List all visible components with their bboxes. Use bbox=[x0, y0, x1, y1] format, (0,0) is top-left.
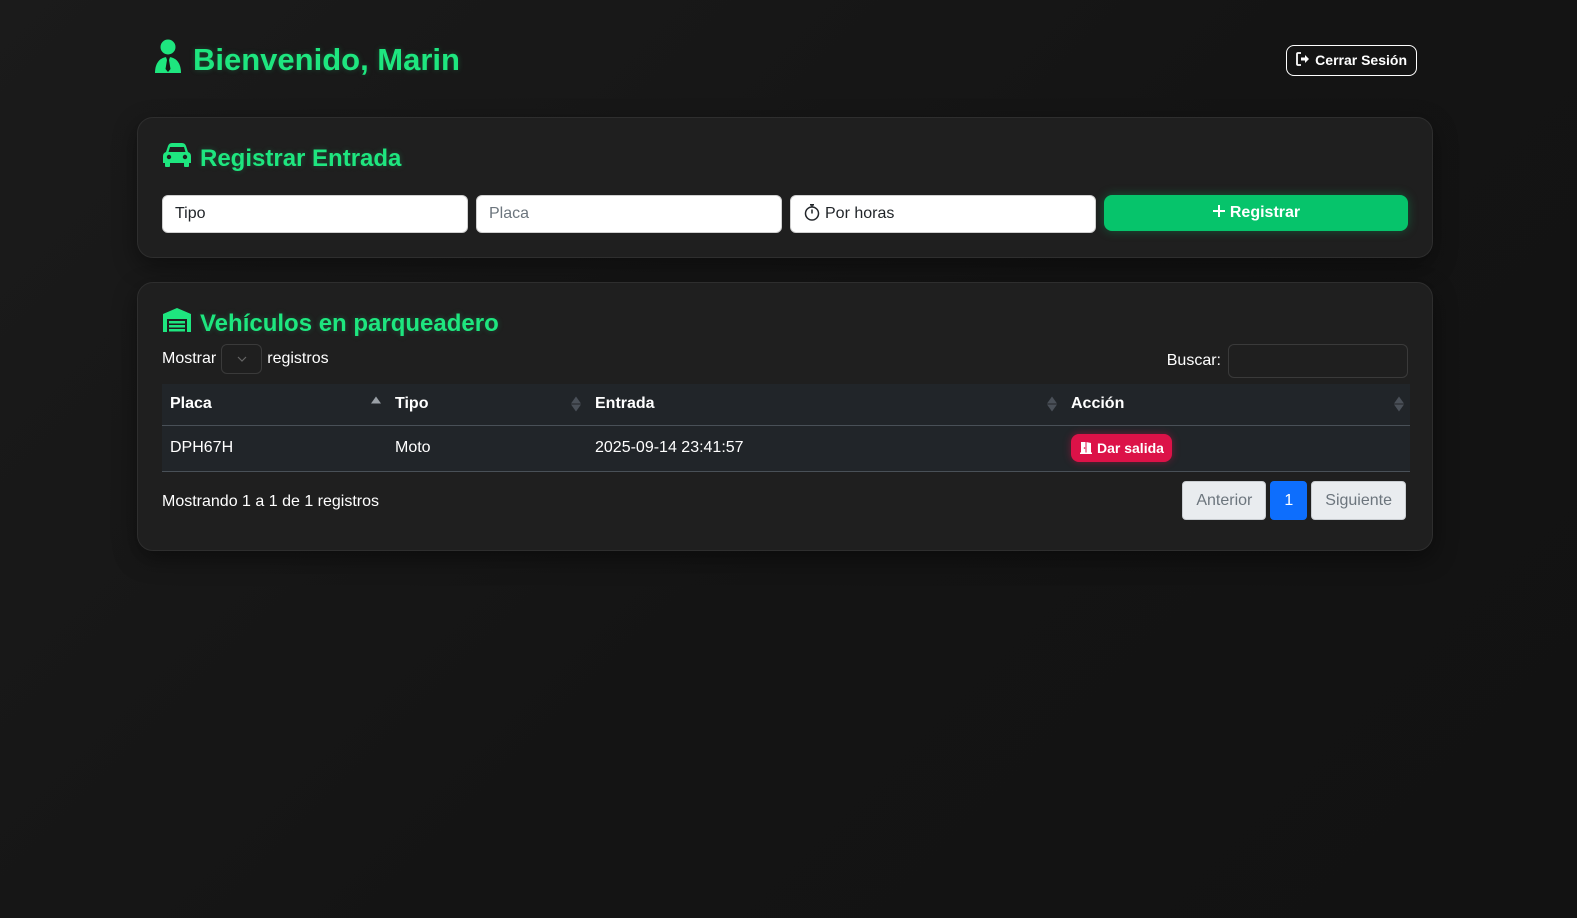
chevron-down-icon bbox=[237, 354, 247, 365]
column-header-placa[interactable]: Placa bbox=[162, 384, 387, 426]
dar-salida-label: Dar salida bbox=[1097, 440, 1164, 456]
garage-icon bbox=[162, 307, 192, 340]
vehicles-table: Placa Tipo Entrada Acción DPH67H Moto 20… bbox=[162, 384, 1410, 472]
entry-card: Registrar Entrada Tipo Por horas bbox=[137, 117, 1433, 258]
sign-out-icon bbox=[1296, 51, 1310, 69]
stopwatch-icon bbox=[803, 203, 825, 226]
vehicles-title: Vehículos en parqueadero bbox=[162, 307, 499, 340]
modalidad-value: Por horas bbox=[825, 205, 895, 222]
cell-entrada: 2025-09-14 23:41:57 bbox=[587, 425, 1063, 472]
search-input[interactable] bbox=[1228, 344, 1408, 378]
search-label: Buscar: bbox=[1166, 352, 1221, 369]
register-button[interactable]: Registrar bbox=[1104, 195, 1408, 231]
column-header-tipo[interactable]: Tipo bbox=[387, 384, 587, 426]
cell-accion: Dar salida bbox=[1063, 425, 1410, 472]
door-open-icon bbox=[1079, 440, 1093, 457]
logout-button[interactable]: Cerrar Sesión bbox=[1286, 44, 1417, 76]
page: Bienvenido, Marin Cerrar Sesión Registra… bbox=[0, 0, 1577, 918]
header: Bienvenido, Marin Cerrar Sesión bbox=[137, 28, 1433, 92]
column-header-accion[interactable]: Acción bbox=[1063, 384, 1410, 426]
entry-title: Registrar Entrada bbox=[162, 142, 401, 175]
search-control: Buscar: bbox=[1167, 344, 1408, 378]
placa-input[interactable] bbox=[489, 205, 769, 223]
table-info: Mostrando 1 a 1 de 1 registros bbox=[162, 493, 380, 510]
welcome-title: Bienvenido, Marin bbox=[153, 39, 460, 81]
column-header-entrada[interactable]: Entrada bbox=[587, 384, 1063, 426]
next-page-button[interactable]: Siguiente bbox=[1311, 481, 1406, 520]
user-tie-icon bbox=[153, 39, 183, 81]
vehicles-card: Vehículos en parqueadero Mostrar registr… bbox=[137, 282, 1433, 551]
page-length-control: Mostrar registros bbox=[162, 344, 329, 374]
records-label: registros bbox=[267, 350, 329, 367]
show-label: Mostrar bbox=[162, 350, 217, 367]
tipo-value: Tipo bbox=[175, 205, 206, 222]
plus-icon bbox=[1212, 204, 1226, 223]
register-label: Registrar bbox=[1229, 204, 1301, 221]
cell-placa: DPH67H bbox=[162, 425, 387, 472]
car-icon bbox=[162, 142, 192, 175]
previous-page-button[interactable]: Anterior bbox=[1182, 481, 1267, 520]
page-1-button[interactable]: 1 bbox=[1270, 481, 1308, 520]
pagination: Anterior 1 Siguiente bbox=[1182, 481, 1406, 520]
table-header-row: Placa Tipo Entrada Acción bbox=[162, 384, 1410, 426]
table-row: DPH67H Moto 2025-09-14 23:41:57 Dar sali… bbox=[162, 425, 1410, 472]
entry-title-text: Registrar Entrada bbox=[200, 144, 402, 172]
sort-icon bbox=[571, 396, 581, 412]
cell-tipo: Moto bbox=[387, 425, 587, 472]
dar-salida-button[interactable]: Dar salida bbox=[1071, 434, 1172, 462]
vehicles-title-text: Vehículos en parqueadero bbox=[200, 309, 499, 337]
sort-icon bbox=[1047, 396, 1057, 412]
entry-form: Tipo Por horas bbox=[162, 195, 1410, 233]
sort-icon bbox=[1394, 396, 1404, 412]
logout-label: Cerrar Sesión bbox=[1315, 52, 1407, 68]
placa-field[interactable] bbox=[476, 195, 782, 233]
welcome-text: Bienvenido, Marin bbox=[193, 42, 460, 77]
tipo-select[interactable]: Tipo bbox=[162, 195, 468, 233]
modalidad-select[interactable]: Por horas bbox=[790, 195, 1096, 233]
page-length-select[interactable] bbox=[221, 344, 263, 374]
sort-icon bbox=[371, 396, 381, 412]
